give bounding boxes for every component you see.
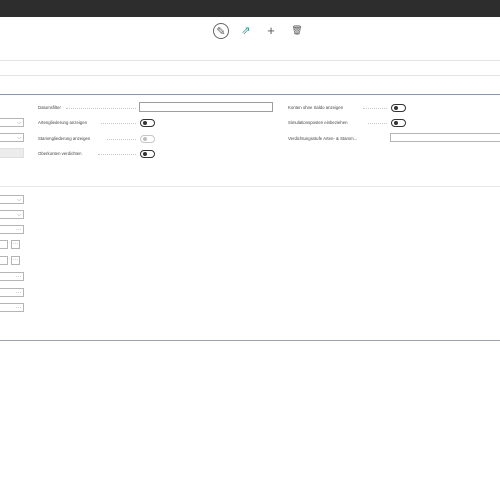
verdichtungsstufe-input[interactable] [390,133,500,142]
lookup-field[interactable] [0,256,8,265]
artengliederung-toggle[interactable] [140,119,155,127]
lookup-field[interactable]: ··· [0,288,24,297]
plus-icon[interactable]: + [263,22,279,38]
artengliederung-label: Artengliederung anzeigen [38,120,87,125]
dropdown-field[interactable]: ⌵ [0,133,24,142]
share-icon[interactable]: ⇗ [238,22,254,38]
section-divider [0,340,500,341]
dotted-leader [107,139,136,140]
ellipsis-icon: ··· [16,290,21,296]
dotted-leader [368,123,387,124]
simulationsposten-label: Simulationsposten einbeziehen [288,120,348,125]
lookup-button[interactable]: ··· [11,240,20,249]
divider [0,60,500,61]
dropdown-field[interactable]: ⌵ [0,195,24,204]
dotted-leader [363,108,387,109]
konten-ohne-saldo-toggle[interactable] [391,104,406,112]
dotted-leader [98,154,136,155]
dropdown-field[interactable]: ⌵ [0,118,24,127]
lookup-button[interactable]: ··· [11,256,20,265]
top-bar [0,0,500,17]
dropdown-field[interactable]: ⌵ [0,210,24,219]
chevron-down-icon: ⌵ [17,135,21,141]
ellipsis-icon: ··· [16,305,21,311]
trash-icon[interactable]: 🗑 [289,22,305,38]
chevron-down-icon: ⌵ [17,120,21,126]
lookup-field[interactable]: ··· [0,225,24,234]
chevron-down-icon: ⌵ [17,197,21,203]
divider [0,186,500,187]
disabled-field [0,148,24,158]
stammgliederung-toggle[interactable] [140,135,155,143]
datumsfilter-label: Datumsfilter [38,105,61,110]
section-divider [0,94,500,95]
oberkonten-label: Oberkonten verdichten [38,151,82,156]
dotted-leader [66,108,136,109]
oberkonten-toggle[interactable] [140,150,155,158]
pencil-icon[interactable]: ✎ [213,23,229,39]
ellipsis-icon: ··· [16,227,21,233]
lookup-field[interactable]: ··· [0,272,24,281]
divider [0,75,500,76]
verdichtungsstufe-label: Verdichtungsstufe Arten- & Stamm... [288,136,358,141]
lookup-field[interactable]: ··· [0,303,24,312]
stammgliederung-label: Stammgliederung anzeigen [38,136,91,141]
dotted-leader [101,123,136,124]
datumsfilter-input[interactable] [139,102,273,112]
ellipsis-icon: ··· [16,274,21,280]
konten-ohne-saldo-label: Konten ohne Saldo anzeigen [288,105,344,110]
chevron-down-icon: ⌵ [17,212,21,218]
simulationsposten-toggle[interactable] [391,119,406,127]
lookup-field[interactable] [0,240,8,249]
